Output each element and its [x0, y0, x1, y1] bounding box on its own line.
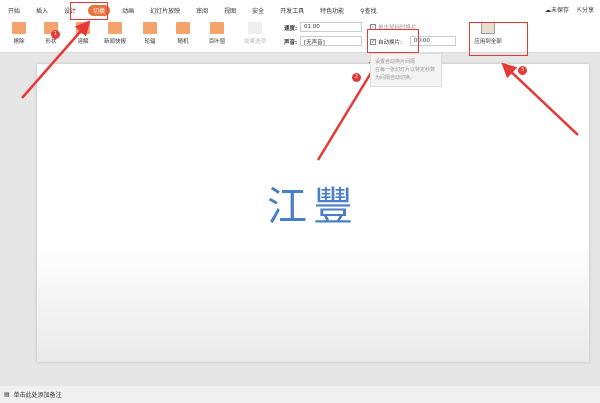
step-badge-1: 1 [51, 30, 60, 39]
step-badge-3: 3 [518, 66, 527, 75]
tooltip-title: 设置自动换片间隔 [375, 59, 416, 65]
annotation-arrows [21, 20, 579, 161]
step-badge-2: 2 [352, 73, 361, 82]
arrow-3 [501, 62, 579, 136]
tooltip-body: 在每一张幻灯片以特定秒数为间隔自动切换。 [375, 67, 436, 81]
tooltip: 设置自动换片间隔在每一张幻灯片以特定秒数为间隔自动切换。 [370, 53, 442, 87]
